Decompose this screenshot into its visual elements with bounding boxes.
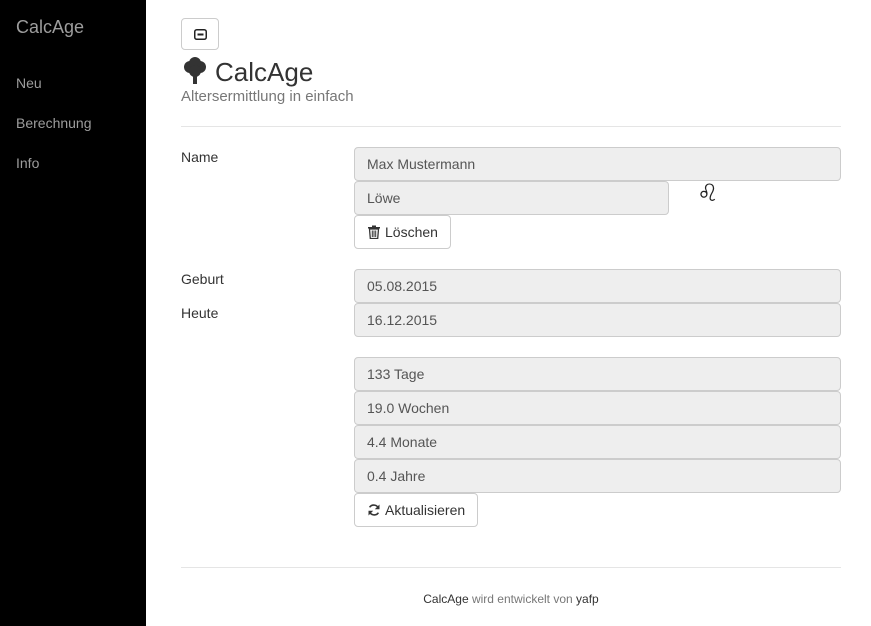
years-field[interactable]: 0.4 Jahre [354, 459, 841, 493]
sidebar-item-berechnung[interactable]: Berechnung [16, 115, 92, 131]
days-field[interactable]: 133 Tage [354, 357, 841, 391]
delete-button[interactable]: Löschen [354, 215, 451, 249]
sidebar: CalcAge Neu Berechnung Info [0, 0, 146, 626]
main-content: CalcAge Altersermittlung in einfach Name… [146, 0, 871, 626]
footer-divider [181, 567, 841, 568]
tree-icon [184, 57, 206, 84]
delete-button-label: Löschen [385, 224, 438, 240]
page-subtitle: Altersermittlung in einfach [181, 88, 354, 105]
today-label: Heute [181, 305, 219, 321]
name-field[interactable]: Max Mustermann [354, 147, 841, 181]
sidebar-toggle-button[interactable] [181, 18, 219, 50]
refresh-button[interactable]: Aktualisieren [354, 493, 479, 527]
footer-text: wird entwickelt von [471, 592, 573, 606]
trash-icon [368, 225, 380, 239]
sidebar-brand[interactable]: CalcAge [16, 17, 84, 38]
footer-app-name: CalcAge [423, 592, 469, 606]
name-label: Name [181, 149, 219, 165]
leo-icon: ♌ [697, 179, 719, 207]
sidebar-item-neu[interactable]: Neu [16, 75, 42, 91]
birth-label: Geburt [181, 271, 224, 287]
page-title: CalcAge [215, 57, 314, 87]
refresh-button-label: Aktualisieren [385, 502, 466, 518]
sidebar-item-info[interactable]: Info [16, 155, 39, 171]
zodiac-sign-field[interactable]: Löwe [354, 181, 669, 215]
months-field[interactable]: 4.4 Monate [354, 425, 841, 459]
footer: CalcAge wird entwickelt von yafp [181, 592, 841, 606]
footer-author-link[interactable]: yafp [576, 592, 599, 606]
toggle-icon [193, 28, 207, 40]
header-divider [181, 126, 841, 127]
refresh-icon [368, 504, 380, 516]
birth-date-field[interactable]: 05.08.2015 [354, 269, 841, 303]
today-date-field[interactable]: 16.12.2015 [354, 303, 841, 337]
weeks-field[interactable]: 19.0 Wochen [354, 391, 841, 425]
